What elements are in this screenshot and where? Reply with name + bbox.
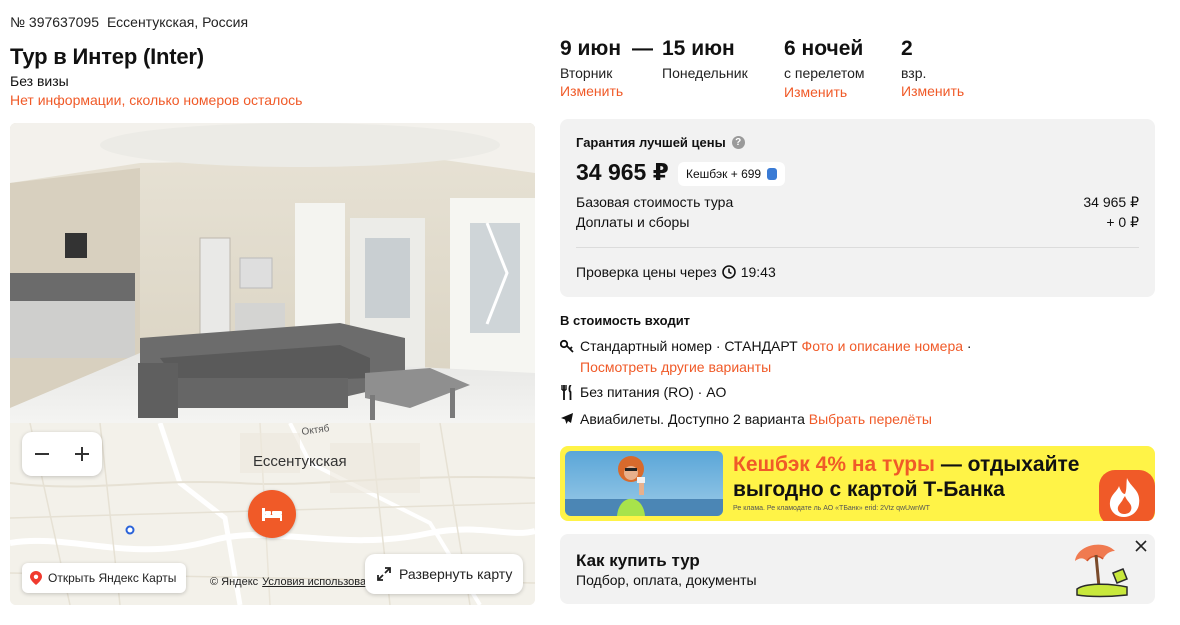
yandex-copyright: © Яндекс xyxy=(210,576,259,588)
total-price: 34 965 ₽ xyxy=(576,159,669,185)
adults-count: 2 xyxy=(901,37,913,60)
expand-map-button[interactable]: Развернуть карту xyxy=(365,554,523,594)
banner-image xyxy=(565,451,723,516)
base-price-row: Базовая стоимость тура 34 965 ₽ xyxy=(576,194,1139,211)
order-number: № 397637095 xyxy=(10,14,99,30)
banner-highlight: Кешбэк 4% на туры xyxy=(733,453,935,476)
cashback-badge[interactable]: Кешбэк + 699 xyxy=(678,162,786,186)
visa-info: Без визы xyxy=(10,73,69,89)
open-yandex-maps-label: Открыть Яндекс Карты xyxy=(48,571,177,585)
flights-row: Авиабилеты. Доступно 2 варианта Выбрать … xyxy=(560,411,932,427)
end-weekday: Понедельник xyxy=(662,65,748,81)
close-button[interactable] xyxy=(1133,538,1149,554)
fees-value: + 0 ₽ xyxy=(1106,214,1139,230)
question-icon[interactable]: ? xyxy=(731,136,745,149)
hotel-photo[interactable] xyxy=(10,123,535,423)
price-check-label: Проверка цены через xyxy=(576,264,717,280)
best-price-guarantee: Гарантия лучшей цены ? xyxy=(576,135,745,150)
cashback-label: Кешбэк + 699 xyxy=(686,167,762,181)
end-date: 15 июн xyxy=(662,37,735,60)
tbank-cashback-banner[interactable]: Кешбэк 4% на туры — отдыхайте выгодно с … xyxy=(560,446,1155,521)
room-type: Стандартный номер · СТАНДАРТ xyxy=(580,338,798,354)
meal-plan: Без питания (RO) · AO xyxy=(580,384,727,400)
map-city-label: Ессентукская xyxy=(253,453,347,470)
room-row: Стандартный номер · СТАНДАРТ Фото и опис… xyxy=(560,338,972,354)
price-check-timer: Проверка цены через 19:43 xyxy=(576,264,776,280)
change-adults-link[interactable]: Изменить xyxy=(901,83,964,99)
rooms-availability-note: Нет информации, сколько номеров осталось xyxy=(10,92,303,108)
tbank-icon xyxy=(767,168,778,180)
nights-subtitle: с перелетом xyxy=(784,65,865,81)
fees-row: Доплаты и сборы + 0 ₽ xyxy=(576,214,1139,231)
plus-icon xyxy=(75,447,89,461)
choose-flights-link[interactable]: Выбрать перелёты xyxy=(809,411,932,427)
includes-title: В стоимость входит xyxy=(560,313,691,328)
beach-umbrella-icon xyxy=(1075,544,1128,598)
banner-ad-disclaimer: Ре клама. Ре кламодате ль АО «ТБанк» eri… xyxy=(733,505,930,512)
date-dash: — xyxy=(632,37,653,60)
fork-knife-icon xyxy=(560,384,574,400)
adults-subtitle: взр. xyxy=(901,65,927,81)
map-terms-link[interactable]: Условия использова xyxy=(262,576,366,588)
hotel-map-marker[interactable] xyxy=(248,490,296,538)
fees-label: Доплаты и сборы xyxy=(576,214,690,230)
close-icon xyxy=(1135,540,1147,552)
price-divider xyxy=(576,247,1139,248)
bed-icon xyxy=(262,508,282,521)
how-to-buy-title: Как купить тур xyxy=(576,551,700,570)
other-variants-link[interactable]: Посмотреть другие варианты xyxy=(580,359,771,375)
banner-text-2: выгодно с картой Т-Банка xyxy=(733,478,1005,501)
meal-row: Без питания (RO) · AO xyxy=(560,384,726,400)
base-price-label: Базовая стоимость тура xyxy=(576,194,734,210)
change-dates-link[interactable]: Изменить xyxy=(560,83,623,99)
next-photo-button[interactable] xyxy=(483,221,513,326)
zoom-out-button[interactable] xyxy=(22,432,62,476)
plane-icon xyxy=(560,411,574,427)
map-zoom-controls xyxy=(22,432,102,476)
tour-title: Тур в Интер (Inter) xyxy=(10,44,204,69)
zoom-in-button[interactable] xyxy=(62,432,102,476)
start-weekday: Вторник xyxy=(560,65,613,81)
best-price-label: Гарантия лучшей цены xyxy=(576,135,726,150)
change-nights-link[interactable]: Изменить xyxy=(784,84,847,100)
location-pin-icon xyxy=(30,571,42,585)
expand-icon xyxy=(377,567,391,581)
minus-icon xyxy=(35,453,49,455)
clock-icon xyxy=(721,265,736,279)
price-check-time: 19:43 xyxy=(740,264,776,280)
start-date: 9 июн xyxy=(560,37,622,60)
banner-headline: Кешбэк 4% на туры — отдыхайте выгодно с … xyxy=(733,452,1079,502)
expand-map-label: Развернуть карту xyxy=(399,566,513,582)
base-price-value: 34 965 ₽ xyxy=(1083,194,1139,210)
map-attribution: © Яндекс Условия использова xyxy=(210,576,366,588)
open-yandex-maps-button[interactable]: Открыть Яндекс Карты xyxy=(22,563,187,593)
flights-info: Авиабилеты. Доступно 2 варианта xyxy=(580,411,805,427)
chevron-right-icon xyxy=(485,222,509,325)
order-info: № 397637095 Ессентукская, Россия xyxy=(10,14,248,30)
how-to-buy-subtitle: Подбор, оплата, документы xyxy=(576,572,757,588)
room-photo-illustration xyxy=(10,123,535,423)
tbank-flame-icon xyxy=(1099,470,1155,521)
how-to-buy-card[interactable]: Как купить тур Подбор, оплата, документы xyxy=(560,534,1155,604)
key-icon xyxy=(560,338,574,354)
room-photos-link[interactable]: Фото и описание номера xyxy=(802,338,963,354)
nights-count: 6 ночей xyxy=(784,37,864,60)
banner-text-1: — отдыхайте xyxy=(935,453,1080,476)
price-card: Гарантия лучшей цены ? 34 965 ₽ Кешбэк +… xyxy=(560,119,1155,297)
hotel-location: Ессентукская, Россия xyxy=(106,14,249,30)
hotel-map[interactable]: Октяб Ессентукская Открыть Яндекс Карты … xyxy=(10,423,535,605)
room-separator: · xyxy=(963,338,972,354)
